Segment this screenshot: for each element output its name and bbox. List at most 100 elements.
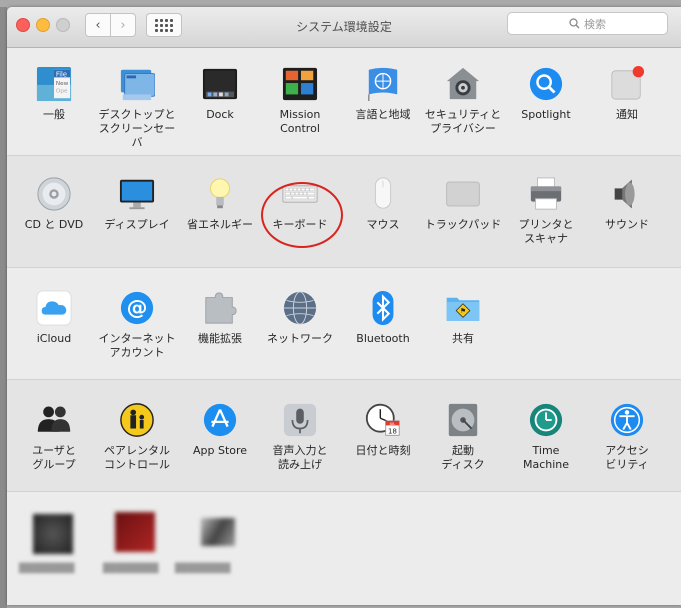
pref-internet-accounts[interactable]: @ インターネット アカウント — [95, 290, 179, 360]
extensions-icon — [202, 290, 238, 326]
timemachine-icon — [528, 402, 564, 438]
label-timemachine: Time Machine — [522, 444, 570, 471]
spotlight-icon — [528, 66, 564, 102]
section-system: ユーザと グループ ペアレンタル コントロール App Store 音声入力と … — [7, 380, 681, 492]
label-notifications: 通知 — [616, 108, 638, 121]
pref-mission-control[interactable]: Mission Control — [258, 66, 342, 136]
label-display: ディスプレイ — [104, 218, 170, 231]
pref-energy[interactable]: 省エネルギー — [178, 176, 262, 232]
search-icon — [569, 18, 580, 29]
label-datetime: 日付と時刻 — [355, 444, 411, 457]
third-party-pref-2-label: ████████ — [103, 564, 159, 574]
pref-trackpad[interactable]: トラックパッド — [421, 176, 505, 232]
pref-cd-dvd[interactable]: CD と DVD — [12, 176, 96, 232]
svg-text:File: File — [56, 70, 67, 78]
pref-parental[interactable]: ペアレンタル コントロール — [95, 402, 179, 472]
pref-accessibility[interactable]: アクセシ ビリティ — [585, 402, 669, 472]
label-trackpad: トラックパッド — [424, 218, 502, 231]
pref-mouse[interactable]: マウス — [341, 176, 425, 232]
appstore-icon — [202, 402, 238, 438]
bluetooth-icon — [365, 290, 401, 326]
dictation-icon — [282, 402, 318, 438]
pref-sharing[interactable]: ⚑ 共有 — [421, 290, 505, 346]
pref-network[interactable]: ネットワーク — [258, 290, 342, 346]
pref-datetime[interactable]: JUL 18 日付と時刻 — [341, 402, 425, 458]
display-icon — [119, 176, 155, 212]
label-desktop: デスクトップと スクリーンセーバ — [98, 108, 176, 149]
pref-extensions[interactable]: 機能拡張 — [178, 290, 262, 346]
label-network: ネットワーク — [267, 332, 333, 345]
label-sound: サウンド — [605, 218, 649, 231]
printer-icon — [528, 176, 564, 212]
network-icon — [282, 290, 318, 326]
label-appstore: App Store — [192, 444, 248, 457]
label-parental: ペアレンタル コントロール — [104, 444, 170, 471]
third-party-pref-2-icon[interactable] — [115, 512, 155, 552]
pref-desktop[interactable]: デスクトップと スクリーンセーバ — [95, 66, 179, 150]
label-sharing: 共有 — [452, 332, 474, 345]
label-icloud: iCloud — [36, 332, 72, 345]
label-security: セキュリティと プライバシー — [424, 108, 502, 135]
label-extensions: 機能拡張 — [198, 332, 242, 345]
search-field[interactable]: 検索 — [507, 12, 668, 35]
third-party-pref-1-label: ████████ — [19, 564, 75, 574]
svg-text:@: @ — [127, 296, 148, 320]
label-startup-disk: 起動 ディスク — [441, 444, 485, 471]
label-printer: プリンタと スキャナ — [518, 218, 574, 245]
third-party-pref-1-icon[interactable] — [33, 514, 73, 554]
pref-timemachine[interactable]: Time Machine — [504, 402, 588, 472]
pref-sound[interactable]: サウンド — [585, 176, 669, 232]
pref-display[interactable]: ディスプレイ — [95, 176, 179, 232]
calendar-day: 18 — [388, 427, 398, 436]
pref-general[interactable]: File New Ope 一般 — [12, 66, 96, 122]
svg-text:Ope: Ope — [56, 89, 68, 95]
label-energy: 省エネルギー — [187, 218, 253, 231]
users-icon — [36, 402, 72, 438]
pref-printer[interactable]: プリンタと スキャナ — [504, 176, 588, 246]
energy-icon — [202, 176, 238, 212]
pref-notifications[interactable]: 通知 — [585, 66, 669, 122]
pref-icloud[interactable]: iCloud — [12, 290, 96, 346]
system-preferences-window: ‹ › システム環境設定 検索 File New Ope 一般 デスクトップと … — [7, 7, 681, 605]
section-other: ████████ ████████ ████████ — [7, 492, 681, 605]
mouse-icon — [365, 176, 401, 212]
pref-users[interactable]: ユーザと グループ — [12, 402, 96, 472]
label-dock: Dock — [206, 108, 234, 121]
icloud-icon — [36, 290, 72, 326]
pref-security[interactable]: セキュリティと プライバシー — [421, 66, 505, 136]
pref-appstore[interactable]: App Store — [178, 402, 262, 458]
label-users: ユーザと グループ — [32, 444, 76, 471]
section-hardware: CD と DVD ディスプレイ 省エネルギー キーボード マウス トラックパッド… — [7, 156, 681, 268]
accessibility-icon — [609, 402, 645, 438]
preferences-grid: File New Ope 一般 デスクトップと スクリーンセーバ Dock Mi… — [7, 48, 681, 605]
pref-dictation[interactable]: 音声入力と 読み上げ — [258, 402, 342, 472]
label-cd-dvd: CD と DVD — [24, 218, 84, 231]
section-personal: File New Ope 一般 デスクトップと スクリーンセーバ Dock Mi… — [7, 48, 681, 156]
label-internet-accounts: インターネット アカウント — [98, 332, 176, 359]
label-language: 言語と地域 — [355, 108, 411, 121]
label-mouse: マウス — [366, 218, 400, 231]
startup-disk-icon — [445, 402, 481, 438]
third-party-pref-3-icon[interactable] — [201, 518, 235, 546]
sharing-icon: ⚑ — [445, 290, 481, 326]
general-icon: File New Ope — [36, 66, 72, 102]
svg-text:⚑: ⚑ — [460, 307, 466, 315]
pref-language[interactable]: 言語と地域 — [341, 66, 425, 122]
datetime-icon: JUL 18 — [365, 402, 401, 438]
notifications-icon — [609, 66, 645, 102]
mission-control-icon — [282, 66, 318, 102]
desktop-icon — [119, 66, 155, 102]
pref-bluetooth[interactable]: Bluetooth — [341, 290, 425, 346]
security-icon — [445, 66, 481, 102]
label-accessibility: アクセシ ビリティ — [605, 444, 649, 471]
pref-spotlight[interactable]: Spotlight — [504, 66, 588, 122]
calendar-month: JUL — [389, 422, 396, 426]
cd-dvd-icon — [36, 176, 72, 212]
label-mission-control: Mission Control — [279, 108, 321, 135]
pref-startup-disk[interactable]: 起動 ディスク — [421, 402, 505, 472]
label-general: 一般 — [43, 108, 65, 121]
pref-dock[interactable]: Dock — [178, 66, 262, 122]
parental-icon — [119, 402, 155, 438]
desktop-edge — [0, 7, 7, 608]
titlebar: ‹ › システム環境設定 検索 — [7, 7, 681, 48]
